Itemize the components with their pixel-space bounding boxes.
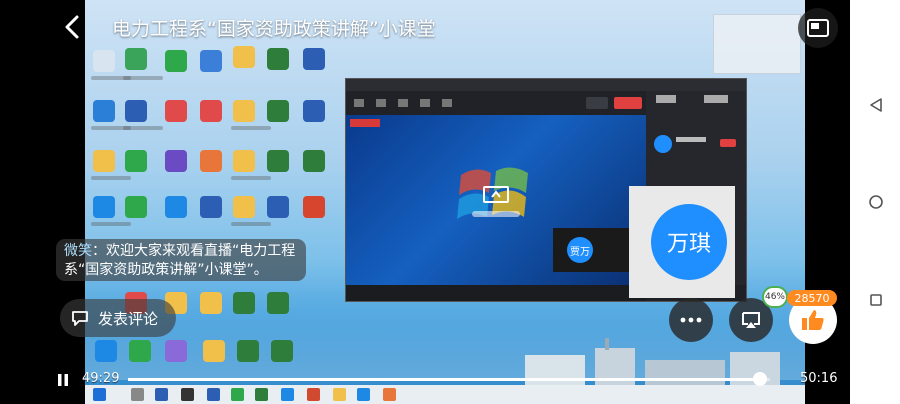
chat-message: 微笑：欢迎大家来观看直播“电力工程系“国家资助政策讲解”小课堂”。: [56, 239, 306, 281]
square-recents-icon: [870, 294, 882, 306]
screen-share-icon: [483, 186, 509, 203]
desktop-widget: [713, 14, 801, 74]
total-time: 50:16: [800, 371, 838, 386]
comment-button[interactable]: 发表评论: [60, 299, 176, 337]
participant-video-small[interactable]: 贾万: [553, 228, 631, 272]
progress-thumb[interactable]: [752, 372, 767, 386]
circle-home-icon: [869, 195, 883, 209]
progress-bar[interactable]: [128, 372, 770, 386]
more-button[interactable]: [669, 298, 713, 342]
nav-home-button[interactable]: [865, 191, 887, 213]
system-nav-bar: [850, 0, 900, 404]
nav-back-button[interactable]: [865, 94, 887, 116]
share-toolbar: [346, 91, 646, 115]
participant-avatar-large: 万琪: [651, 204, 727, 280]
cast-screen-icon: [742, 312, 760, 328]
pip-button[interactable]: [798, 8, 838, 48]
comment-icon: [70, 308, 90, 328]
participant-avatar-small: 贾万: [567, 237, 593, 263]
chat-text: ：欢迎大家来观看直播“电力工程系“国家资助政策讲解”小课堂”。: [64, 243, 296, 278]
page-title: 电力工程系“国家资助政策讲解”小课堂: [112, 18, 436, 40]
windows-taskbar: [85, 385, 805, 404]
participant-video-large[interactable]: 万琪: [629, 186, 735, 298]
live-stream-screen: 贾万 万琪 电力工程系“国家资助政策讲解”小课堂 微笑：欢迎大家来观看直播“电力…: [0, 0, 900, 404]
share-titlebar: [346, 79, 746, 91]
nav-recents-button[interactable]: [865, 289, 887, 311]
picture-in-picture-icon: [807, 19, 829, 37]
triangle-back-icon: [870, 98, 882, 112]
like-count: 28570: [787, 290, 837, 306]
pause-button[interactable]: [56, 372, 70, 388]
share-bottom-bar: [346, 285, 646, 301]
chat-username: 微笑: [64, 243, 92, 259]
back-arrow-icon[interactable]: [62, 14, 84, 40]
more-dots-icon: [680, 317, 702, 323]
percentage-badge: 46%: [762, 286, 788, 308]
progress-fill: [128, 378, 760, 381]
pause-icon: [58, 374, 68, 386]
comment-label: 发表评论: [98, 309, 159, 328]
thumbs-up-icon: [802, 310, 824, 330]
current-time: 49:29: [82, 371, 120, 386]
